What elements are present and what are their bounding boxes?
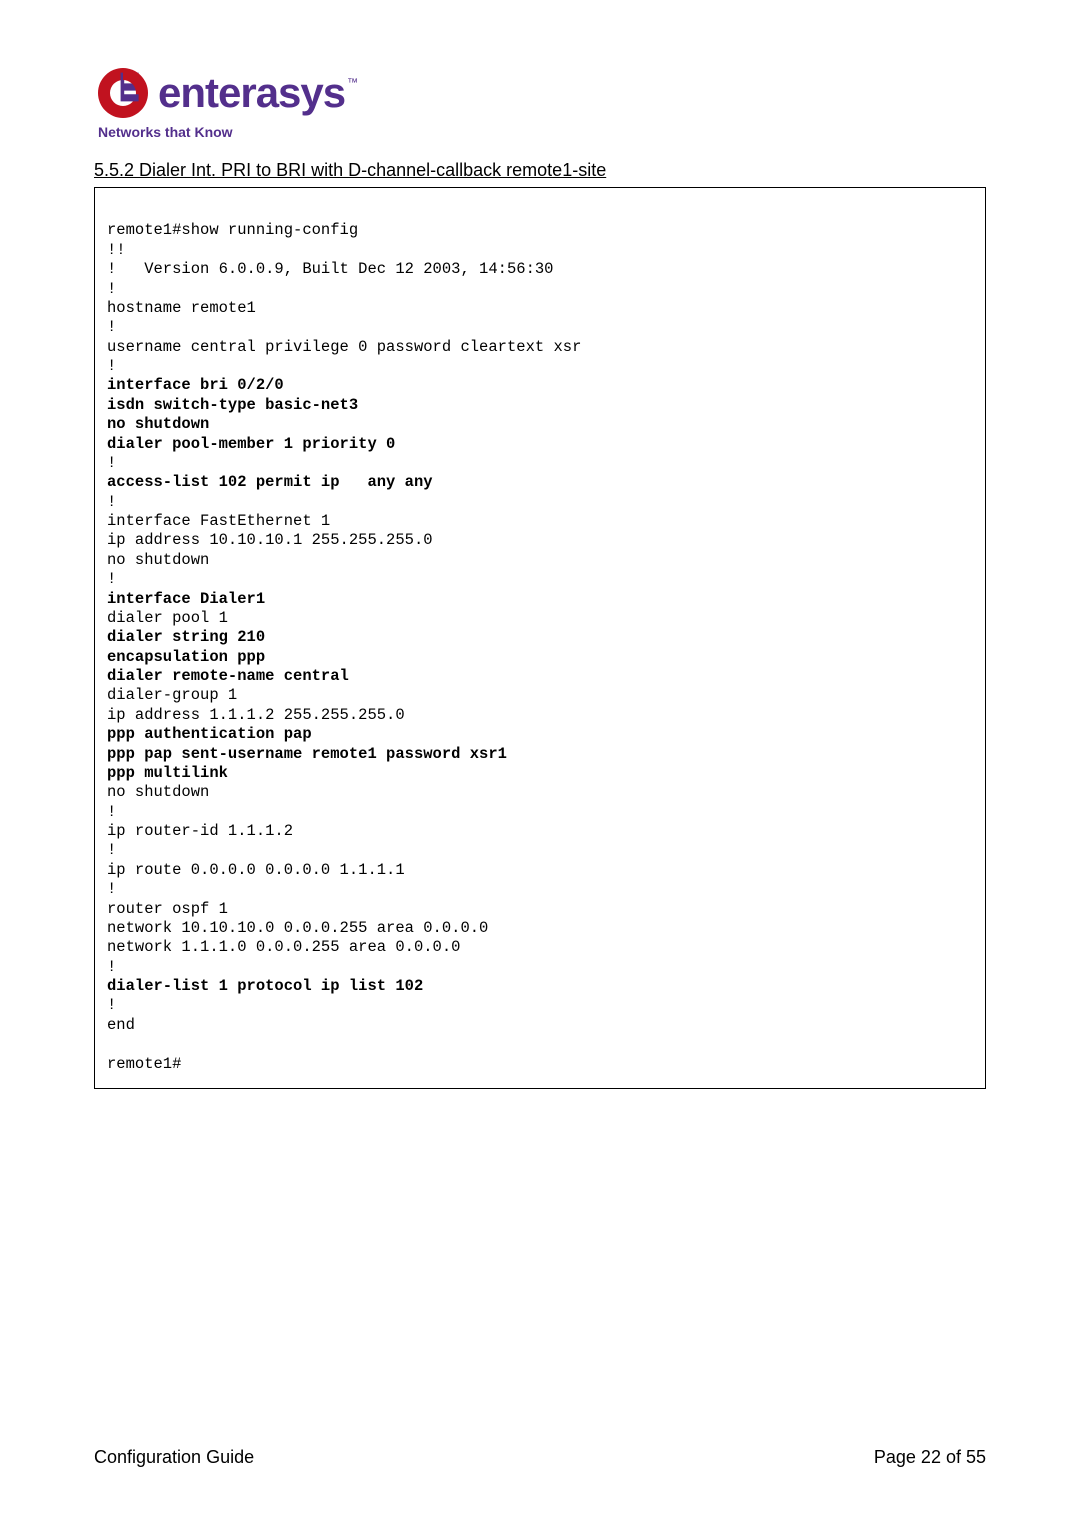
- code-line: no shutdown: [107, 551, 209, 569]
- code-line: interface FastEthernet 1: [107, 512, 330, 530]
- code-line: !: [107, 318, 116, 336]
- code-line: !!: [107, 241, 126, 259]
- code-line: end: [107, 1016, 135, 1034]
- code-line: dialer pool-member 1 priority 0: [107, 435, 395, 453]
- code-line: username central privilege 0 password cl…: [107, 338, 581, 356]
- code-line: !: [107, 454, 116, 472]
- code-line: ip route 0.0.0.0 0.0.0.0 1.1.1.1: [107, 861, 405, 879]
- code-line: ppp multilink: [107, 764, 228, 782]
- section-title: 5.5.2 Dialer Int. PRI to BRI with D-chan…: [94, 160, 986, 181]
- footer-left: Configuration Guide: [94, 1447, 254, 1468]
- code-line: dialer string 210: [107, 628, 265, 646]
- code-line: ppp pap sent-username remote1 password x…: [107, 745, 507, 763]
- logo-mark-icon: [94, 64, 152, 122]
- code-line: router ospf 1: [107, 900, 228, 918]
- code-line: remote1#show running-config: [107, 221, 358, 239]
- code-line: ppp authentication pap: [107, 725, 312, 743]
- code-line: dialer pool 1: [107, 609, 228, 627]
- code-line: ip address 1.1.1.2 255.255.255.0: [107, 706, 405, 724]
- code-line: !: [107, 841, 116, 859]
- code-line: dialer-list 1 protocol ip list 102: [107, 977, 423, 995]
- code-block: remote1#show running-config !! ! Version…: [94, 187, 986, 1089]
- brand-name: enterasys™: [158, 72, 357, 114]
- code-line: no shutdown: [107, 415, 209, 433]
- page-footer: Configuration Guide Page 22 of 55: [94, 1447, 986, 1468]
- code-line: network 10.10.10.0 0.0.0.255 area 0.0.0.…: [107, 919, 488, 937]
- code-line: !: [107, 357, 116, 375]
- code-line: ip address 10.10.10.1 255.255.255.0: [107, 531, 433, 549]
- code-line: interface Dialer1: [107, 590, 265, 608]
- code-line: !: [107, 880, 116, 898]
- code-line: network 1.1.1.0 0.0.0.255 area 0.0.0.0: [107, 938, 460, 956]
- code-line: !: [107, 570, 116, 588]
- code-line: ! Version 6.0.0.9, Built Dec 12 2003, 14…: [107, 260, 553, 278]
- tagline: Networks that Know: [36, 124, 357, 140]
- code-line: dialer remote-name central: [107, 667, 349, 685]
- code-line: !: [107, 996, 116, 1014]
- code-line: !: [107, 493, 116, 511]
- code-line: hostname remote1: [107, 299, 256, 317]
- logo-block: enterasys™ Networks that Know: [94, 64, 986, 140]
- code-line: isdn switch-type basic-net3: [107, 396, 358, 414]
- code-line: !: [107, 280, 116, 298]
- code-line: no shutdown: [107, 783, 209, 801]
- code-line: access-list 102 permit ip any any: [107, 473, 433, 491]
- code-line: dialer-group 1: [107, 686, 237, 704]
- footer-right: Page 22 of 55: [874, 1447, 986, 1468]
- code-line: !: [107, 803, 116, 821]
- brand-text: enterasys: [158, 72, 345, 114]
- code-line: interface bri 0/2/0: [107, 376, 284, 394]
- code-line: remote1#: [107, 1055, 181, 1073]
- code-line: !: [107, 958, 116, 976]
- trademark: ™: [347, 78, 357, 89]
- code-line: encapsulation ppp: [107, 648, 265, 666]
- code-line: ip router-id 1.1.1.2: [107, 822, 293, 840]
